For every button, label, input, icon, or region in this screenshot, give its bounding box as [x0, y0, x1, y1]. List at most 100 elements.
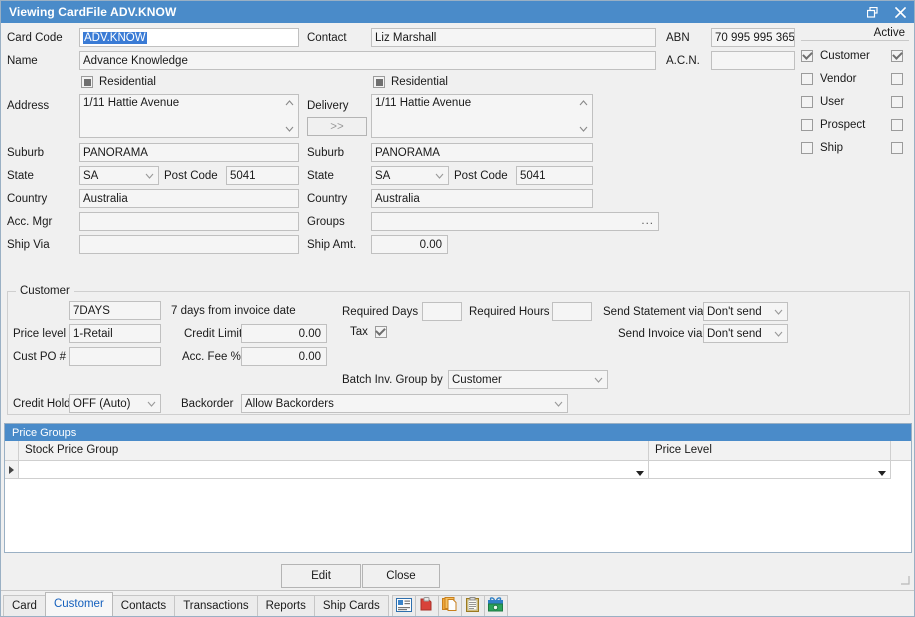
contact-card-icon-button[interactable]	[392, 595, 416, 616]
role-label-customer: Customer	[820, 50, 891, 62]
postcode-input[interactable]: 5041	[226, 166, 299, 185]
role-label-prospect: Prospect	[820, 119, 891, 131]
card-code-label: Card Code	[7, 32, 63, 44]
backorder-value: Allow Backorders	[245, 398, 334, 410]
close-button[interactable]	[886, 1, 914, 23]
tax-checkbox[interactable]: Tax	[350, 326, 387, 338]
active-checkbox-user[interactable]	[891, 96, 903, 108]
send-invoice-select[interactable]: Don't send	[703, 324, 788, 343]
contact-card-icon	[396, 598, 412, 615]
credit-limit-input[interactable]: 0.00	[241, 324, 327, 343]
tab-transactions[interactable]: Transactions	[174, 595, 257, 616]
state-select[interactable]: SA	[79, 166, 159, 185]
tab-reports[interactable]: Reports	[257, 595, 315, 616]
name-label: Name	[7, 55, 38, 67]
cust-po-input[interactable]	[69, 347, 161, 366]
active-checkbox-prospect[interactable]	[891, 119, 903, 131]
copy-address-button[interactable]: >>	[307, 117, 367, 136]
tab-icon-list	[392, 595, 507, 616]
acn-input[interactable]	[711, 51, 795, 70]
acc-fee-input[interactable]: 0.00	[241, 347, 327, 366]
backorder-select[interactable]: Allow Backorders	[241, 394, 568, 413]
checkbox-box	[375, 326, 387, 338]
tax-label: Tax	[350, 326, 368, 338]
money-gift-icon-button[interactable]	[484, 595, 508, 616]
row-indicator	[5, 461, 19, 479]
table-row[interactable]	[5, 461, 911, 479]
bottom-tab-strip: CardCustomerContactsTransactionsReportsS…	[1, 590, 914, 616]
price-level-input[interactable]: 1-Retail	[69, 324, 161, 343]
address-textarea[interactable]: 1/11 Hattie Avenue	[79, 94, 299, 138]
chevron-down-icon[interactable]	[636, 467, 644, 479]
tab-ship-cards[interactable]: Ship Cards	[314, 595, 389, 616]
cell-price-level[interactable]	[649, 461, 891, 479]
suburb-label: Suburb	[7, 147, 44, 159]
country-input[interactable]: Australia	[79, 189, 299, 208]
delivery-postcode-label: Post Code	[454, 170, 508, 182]
red-folder-icon-button[interactable]	[415, 595, 439, 616]
resize-grip[interactable]	[900, 575, 910, 588]
groups-input[interactable]: ...	[371, 212, 659, 231]
role-checkbox-prospect[interactable]	[801, 119, 813, 131]
residential-billing-checkbox[interactable]: Residential	[81, 76, 156, 88]
required-days-input[interactable]	[422, 302, 462, 321]
abn-label: ABN	[666, 32, 690, 44]
close-icon	[895, 7, 906, 18]
ship-amt-input[interactable]: 0.00	[371, 235, 448, 254]
groups-browse-button[interactable]: ...	[641, 213, 654, 230]
send-statement-select[interactable]: Don't send	[703, 302, 788, 321]
residential-delivery-checkbox[interactable]: Residential	[373, 76, 448, 88]
role-checkbox-ship[interactable]	[801, 142, 813, 154]
required-hours-input[interactable]	[552, 302, 592, 321]
ship-via-input[interactable]	[79, 235, 299, 254]
row-indicator-header	[5, 441, 19, 460]
acc-mgr-input[interactable]	[79, 212, 299, 231]
credit-hold-select[interactable]: OFF (Auto)	[69, 394, 161, 413]
edit-button[interactable]: Edit	[281, 564, 361, 588]
terms-input[interactable]: 7DAYS	[69, 301, 161, 320]
delivery-country-input[interactable]: Australia	[371, 189, 593, 208]
column-header-stock-price-group[interactable]: Stock Price Group	[19, 441, 649, 460]
copy-documents-icon-button[interactable]	[438, 595, 462, 616]
abn-input[interactable]: 70 995 995 365	[711, 28, 795, 47]
scroll-up-icon[interactable]	[576, 96, 591, 110]
cardfile-window: Viewing CardFile ADV.KNOW Card	[0, 0, 915, 617]
column-header-price-level[interactable]: Price Level	[649, 441, 891, 460]
close-button-main[interactable]: Close	[362, 564, 440, 588]
chevron-down-icon	[591, 372, 606, 387]
active-checkbox-ship[interactable]	[891, 142, 903, 154]
chevron-down-icon	[142, 168, 157, 183]
tab-contacts[interactable]: Contacts	[112, 595, 175, 616]
batch-inv-select[interactable]: Customer	[448, 370, 608, 389]
scroll-up-icon[interactable]	[282, 96, 297, 110]
role-checkbox-vendor[interactable]	[801, 73, 813, 85]
delivery-postcode-input[interactable]: 5041	[516, 166, 593, 185]
contact-input[interactable]: Liz Marshall	[371, 28, 656, 47]
batch-inv-label: Batch Inv. Group by	[342, 374, 443, 386]
card-code-input[interactable]: ADV.KNOW	[79, 28, 299, 47]
chevron-down-icon[interactable]	[878, 467, 886, 479]
restore-button[interactable]	[858, 1, 886, 23]
cell-stock-price-group[interactable]	[19, 461, 649, 479]
delivery-state-select[interactable]: SA	[371, 166, 449, 185]
role-row-prospect: Prospect	[801, 114, 909, 135]
tab-customer[interactable]: Customer	[45, 592, 113, 616]
tab-card[interactable]: Card	[3, 595, 46, 616]
scroll-down-icon[interactable]	[576, 122, 591, 136]
credit-limit-label: Credit Limit	[184, 328, 242, 340]
role-checkbox-customer[interactable]	[801, 50, 813, 62]
clipboard-icon-button[interactable]	[461, 595, 485, 616]
role-row-user: User	[801, 91, 909, 112]
name-input[interactable]: Advance Knowledge	[79, 51, 656, 70]
active-checkbox-vendor[interactable]	[891, 73, 903, 85]
delivery-textarea[interactable]: 1/11 Hattie Avenue	[371, 94, 593, 138]
suburb-input[interactable]: PANORAMA	[79, 143, 299, 162]
delivery-scrollbar[interactable]	[576, 96, 591, 136]
delivery-country-label: Country	[307, 193, 347, 205]
address-scrollbar[interactable]	[282, 96, 297, 136]
role-label-user: User	[820, 96, 891, 108]
role-checkbox-user[interactable]	[801, 96, 813, 108]
delivery-suburb-input[interactable]: PANORAMA	[371, 143, 593, 162]
active-checkbox-customer[interactable]	[891, 50, 903, 62]
scroll-down-icon[interactable]	[282, 122, 297, 136]
